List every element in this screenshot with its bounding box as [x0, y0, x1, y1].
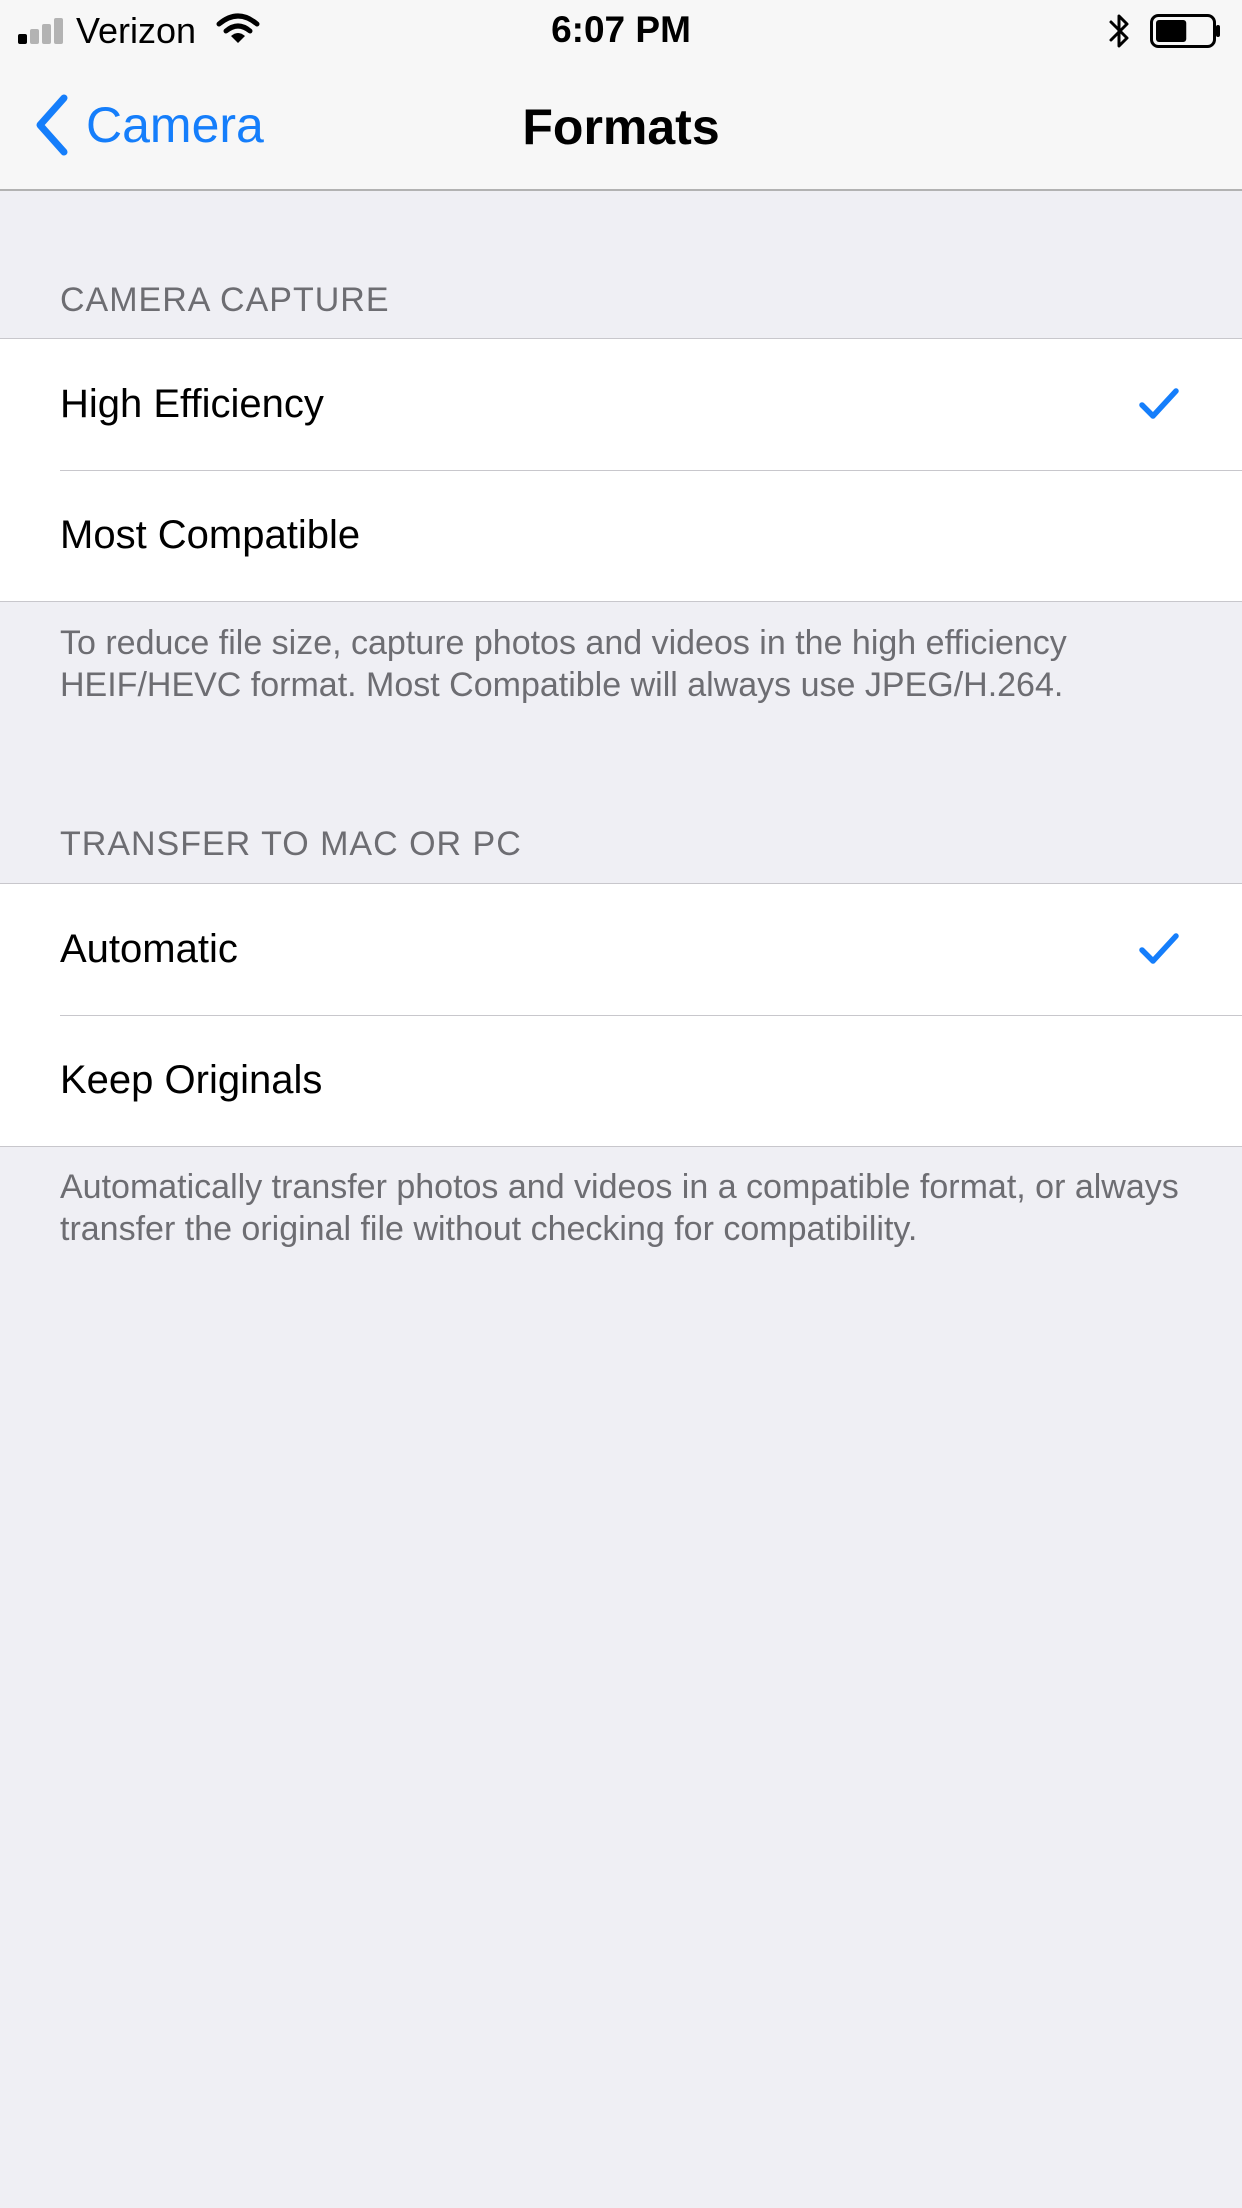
page-title: Formats	[522, 99, 720, 155]
option-automatic[interactable]: Automatic	[0, 884, 1242, 1015]
bluetooth-icon	[1109, 14, 1129, 48]
camera-capture-footer: To reduce file size, capture photos and …	[60, 624, 1067, 704]
transfer-group: Automatic Keep Originals	[0, 883, 1242, 1147]
checkmark-icon	[1139, 933, 1179, 964]
section-header-camera-capture: CAMERA CAPTURE	[60, 281, 390, 319]
option-keep-originals[interactable]: Keep Originals	[0, 1015, 1242, 1146]
status-time: 6:07 PM	[551, 9, 691, 50]
navigation-bar: Camera Formats	[0, 60, 1242, 191]
option-label: Automatic	[60, 927, 238, 971]
option-label: Keep Originals	[60, 1058, 323, 1102]
camera-capture-group: High Efficiency Most Compatible	[0, 338, 1242, 602]
transfer-footer: Automatically transfer photos and videos…	[60, 1168, 1179, 1248]
battery-icon	[1150, 14, 1220, 48]
checkmark-icon	[1139, 388, 1179, 419]
option-label: High Efficiency	[60, 382, 324, 426]
option-label: Most Compatible	[60, 513, 361, 557]
status-bar: Verizon 6:07 PM	[0, 0, 1242, 60]
option-high-efficiency[interactable]: High Efficiency	[0, 339, 1242, 470]
section-header-transfer: TRANSFER TO MAC OR PC	[60, 825, 522, 863]
option-most-compatible[interactable]: Most Compatible	[0, 470, 1242, 601]
